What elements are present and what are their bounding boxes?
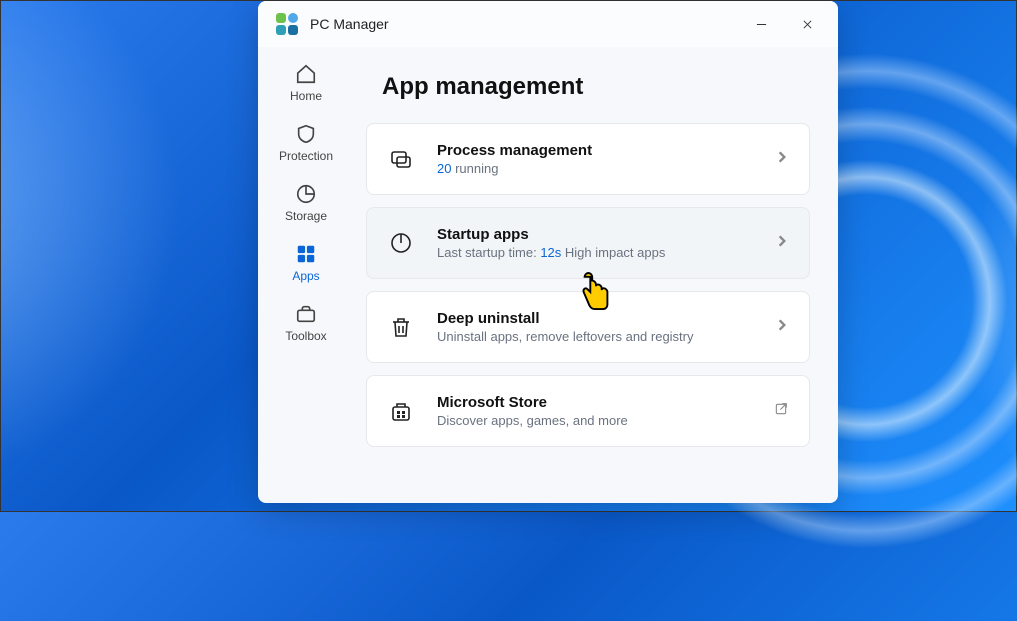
card-subtitle: 20 running (437, 161, 753, 176)
pc-manager-window: PC Manager Home Protection Storage (258, 1, 838, 503)
close-button[interactable] (784, 1, 830, 47)
sidebar: Home Protection Storage Apps Toolbox (258, 47, 354, 503)
sidebar-item-apps[interactable]: Apps (266, 243, 346, 283)
card-title: Process management (437, 142, 753, 159)
card-subtitle: Last startup time: 12s High impact apps (437, 245, 753, 260)
main-content: App management Process management 20 run… (354, 47, 838, 503)
sidebar-item-label: Protection (279, 149, 333, 163)
card-microsoft-store[interactable]: Microsoft Store Discover apps, games, an… (366, 375, 810, 447)
window-title: PC Manager (310, 16, 389, 32)
sidebar-item-toolbox[interactable]: Toolbox (266, 303, 346, 343)
sidebar-item-home[interactable]: Home (266, 63, 346, 103)
apps-icon (295, 243, 317, 265)
shield-icon (295, 123, 317, 145)
card-subtitle: Uninstall apps, remove leftovers and reg… (437, 329, 753, 344)
card-title: Startup apps (437, 226, 753, 243)
sidebar-item-label: Toolbox (285, 329, 326, 343)
home-icon (295, 63, 317, 85)
card-deep-uninstall[interactable]: Deep uninstall Uninstall apps, remove le… (366, 291, 810, 363)
sidebar-item-label: Apps (292, 269, 319, 283)
card-startup-apps[interactable]: Startup apps Last startup time: 12s High… (366, 207, 810, 279)
card-title: Microsoft Store (437, 394, 751, 411)
external-link-icon (773, 401, 789, 422)
chevron-right-icon (775, 150, 789, 169)
sidebar-item-label: Home (290, 89, 322, 103)
card-process-management[interactable]: Process management 20 running (366, 123, 810, 195)
sidebar-item-label: Storage (285, 209, 327, 223)
chevron-right-icon (775, 234, 789, 253)
chevron-right-icon (775, 318, 789, 337)
store-icon (387, 399, 415, 423)
minimize-button[interactable] (738, 1, 784, 47)
card-subtitle: Discover apps, games, and more (437, 413, 751, 428)
toolbox-icon (295, 303, 317, 325)
app-logo-icon (276, 13, 298, 35)
windows-stack-icon (387, 147, 415, 171)
card-title: Deep uninstall (437, 310, 753, 327)
pie-icon (295, 183, 317, 205)
trash-icon (387, 315, 415, 339)
sidebar-item-protection[interactable]: Protection (266, 123, 346, 163)
sidebar-item-storage[interactable]: Storage (266, 183, 346, 223)
power-icon (387, 231, 415, 255)
page-title: App management (366, 73, 810, 101)
titlebar: PC Manager (258, 1, 838, 47)
